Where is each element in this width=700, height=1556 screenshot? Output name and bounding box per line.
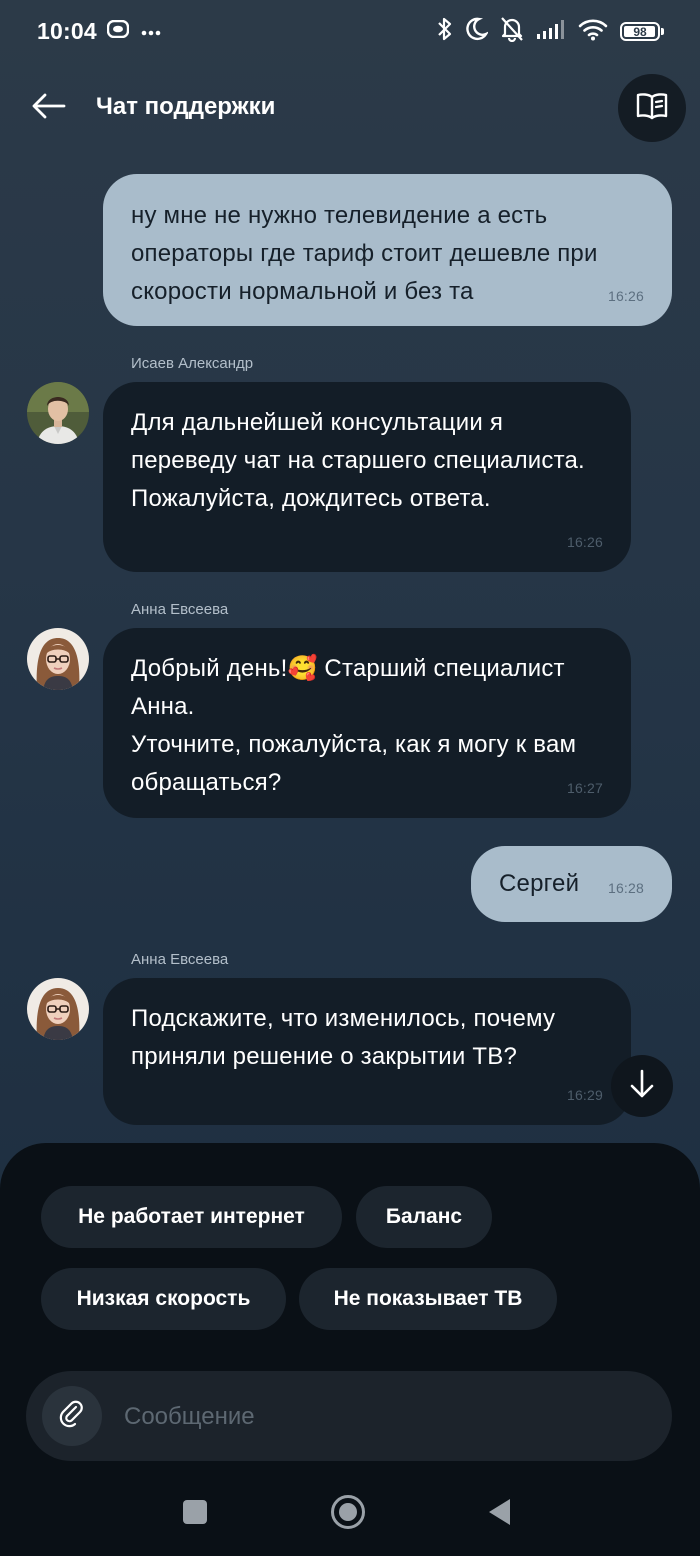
system-nav-bar <box>0 1470 700 1556</box>
message-text: Подскажите, что изменилось, почему приня… <box>131 1005 556 1070</box>
message-input[interactable] <box>122 1393 646 1441</box>
message-time: 16:27 <box>566 780 603 796</box>
nav-recents-button[interactable] <box>173 1492 217 1536</box>
battery-level: 98 <box>633 24 647 39</box>
message-text: ну мне не нужно телевидение а есть опера… <box>131 202 598 305</box>
status-time: 10:04 <box>37 18 97 44</box>
wifi-icon <box>578 17 608 46</box>
arrow-down-icon <box>629 1069 655 1104</box>
nav-back-button[interactable] <box>477 1492 521 1536</box>
message-outgoing[interactable]: ну мне не нужно телевидение а есть опера… <box>103 174 672 326</box>
status-bar: 10:04 98 <box>0 0 700 62</box>
sender-name: Исаев Александр <box>131 355 254 372</box>
square-icon <box>182 1499 208 1530</box>
circle-icon <box>330 1494 366 1535</box>
scroll-to-bottom-button[interactable] <box>611 1055 673 1117</box>
bell-off-icon <box>500 16 524 47</box>
message-time: 16:26 <box>607 288 644 304</box>
sender-name: Анна Евсеева <box>131 601 229 618</box>
message-incoming[interactable]: Подскажите, что изменилось, почему приня… <box>103 978 631 1125</box>
back-button[interactable] <box>28 88 68 128</box>
paperclip-icon <box>57 1399 87 1434</box>
message-composer <box>26 1371 672 1461</box>
nav-home-button[interactable] <box>326 1492 370 1536</box>
signal-icon <box>536 18 566 45</box>
message-incoming[interactable]: Для дальнейшей консультации я переведу ч… <box>103 382 631 572</box>
more-notifications-icon <box>141 23 161 41</box>
message-text: Сергей <box>499 870 580 897</box>
knowledge-base-button[interactable] <box>618 74 686 142</box>
avatar <box>27 978 89 1040</box>
chat-header: Чат поддержки <box>0 70 700 144</box>
message-text: Для дальнейшей консультации я переведу ч… <box>131 409 585 512</box>
message-outgoing[interactable]: Сергей 16:28 <box>471 846 672 922</box>
avatar <box>27 628 89 690</box>
message-incoming[interactable]: Добрый день!🥰 Старший специалист Анна. У… <box>103 628 631 818</box>
battery-icon: 98 <box>620 22 664 41</box>
message-time: 16:26 <box>566 534 603 550</box>
arrow-left-icon <box>30 92 66 125</box>
message-time: 16:28 <box>607 880 644 896</box>
moon-icon <box>466 17 490 46</box>
quick-reply-tv[interactable]: Не показывает ТВ <box>299 1268 557 1330</box>
message-time: 16:29 <box>566 1087 603 1103</box>
page-title: Чат поддержки <box>96 93 276 120</box>
quick-reply-low-speed[interactable]: Низкая скорость <box>41 1268 286 1330</box>
quick-reply-internet[interactable]: Не работает интернет <box>41 1186 342 1248</box>
messenger-app-icon <box>106 19 130 43</box>
bluetooth-icon <box>436 16 454 47</box>
triangle-back-icon <box>486 1497 512 1532</box>
quick-reply-balance[interactable]: Баланс <box>356 1186 492 1248</box>
sender-name: Анна Евсеева <box>131 951 229 968</box>
attach-button[interactable] <box>42 1386 102 1446</box>
message-text: Добрый день!🥰 Старший специалист Анна. У… <box>131 655 577 796</box>
book-icon <box>635 91 669 126</box>
avatar <box>27 382 89 444</box>
